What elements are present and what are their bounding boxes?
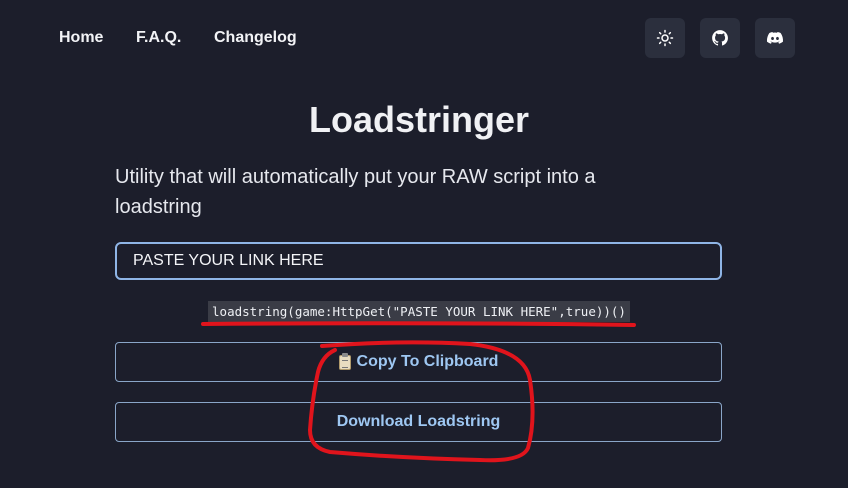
page-title: Loadstringer [308,99,530,140]
link-input[interactable] [115,242,722,280]
annotation-underline [201,321,636,327]
page-subtitle: Utility that will automatically put your… [115,166,596,218]
copy-to-clipboard-button[interactable]: Copy To Clipboard [115,342,722,382]
discord-icon [767,32,784,44]
sun-icon [656,29,674,47]
theme-toggle-button[interactable] [645,18,685,58]
top-nav: Home F.A.Q. Changelog [0,0,848,76]
download-button-label: Download Loadstring [336,413,501,430]
copy-button-label: Copy To Clipboard [356,353,499,370]
code-output-row: loadstring(game:HttpGet("PASTE YOUR LINK… [0,301,838,322]
loadstring-output: loadstring(game:HttpGet("PASTE YOUR LINK… [208,301,630,322]
discord-button[interactable] [755,18,795,58]
nav-faq-link[interactable]: F.A.Q. [136,28,181,48]
nav-changelog-link[interactable]: Changelog [214,28,297,48]
github-button[interactable] [700,18,740,58]
github-icon [712,30,728,46]
clipboard-icon [338,352,351,370]
download-loadstring-button[interactable]: Download Loadstring [115,402,722,442]
nav-home-link[interactable]: Home [59,28,103,48]
